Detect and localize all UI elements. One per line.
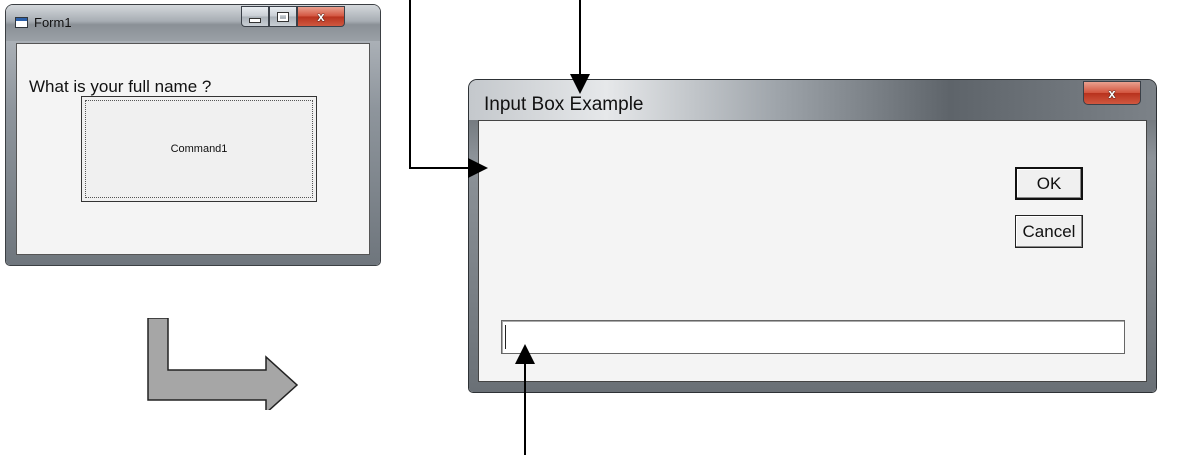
callout-lines — [409, 0, 590, 455]
callout-prompt-pointer — [409, 0, 488, 178]
